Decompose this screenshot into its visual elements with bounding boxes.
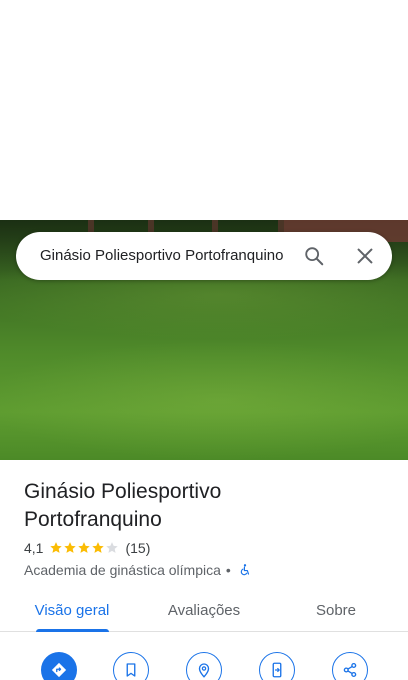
- review-count[interactable]: (15): [125, 540, 150, 556]
- star-empty-icon: [106, 542, 119, 553]
- place-title: Ginásio Poliesportivo Portofranquino: [24, 480, 222, 531]
- wheelchair-icon: [240, 564, 249, 576]
- share-button[interactable]: [332, 652, 368, 680]
- active-tab-indicator: [36, 629, 109, 632]
- close-icon[interactable]: [349, 240, 381, 272]
- send-to-phone-icon: [272, 662, 282, 678]
- place-tabs: Visão geral Avaliações Sobre: [0, 588, 408, 632]
- place-category: Academia de ginástica olímpica: [24, 562, 221, 578]
- save-button[interactable]: [113, 652, 149, 680]
- separator-dot: •: [225, 562, 231, 578]
- star-icon: [92, 542, 105, 553]
- rating-row[interactable]: 4,1 (15): [24, 540, 150, 556]
- category-row: Academia de ginástica olímpica •: [24, 562, 252, 578]
- photo-grass-highlight: [0, 340, 408, 460]
- send-to-phone-button[interactable]: [259, 652, 295, 680]
- search-bar[interactable]: Ginásio Poliesportivo Portofranquino: [16, 232, 392, 280]
- search-icon[interactable]: [298, 240, 330, 272]
- nearby-button[interactable]: [186, 652, 222, 680]
- share-icon: [343, 662, 357, 678]
- tab-avaliacoes[interactable]: Avaliações: [152, 588, 256, 632]
- bookmark-icon: [126, 663, 136, 677]
- tab-sobre[interactable]: Sobre: [296, 588, 376, 632]
- star-icon: [50, 542, 63, 553]
- action-buttons: [0, 648, 408, 680]
- directions-button[interactable]: [41, 652, 77, 680]
- star-icon: [64, 542, 77, 553]
- map-blank-area: [0, 0, 408, 220]
- place-details-panel: Ginásio Poliesportivo Portofranquino 4,1…: [0, 460, 408, 680]
- star-icon: [78, 542, 91, 553]
- search-input[interactable]: Ginásio Poliesportivo Portofranquino: [40, 247, 288, 264]
- rating-stars: [49, 541, 119, 555]
- tab-visao-geral[interactable]: Visão geral: [24, 588, 120, 632]
- directions-icon: [51, 662, 67, 678]
- nearby-icon: [198, 663, 210, 678]
- rating-value: 4,1: [24, 540, 44, 556]
